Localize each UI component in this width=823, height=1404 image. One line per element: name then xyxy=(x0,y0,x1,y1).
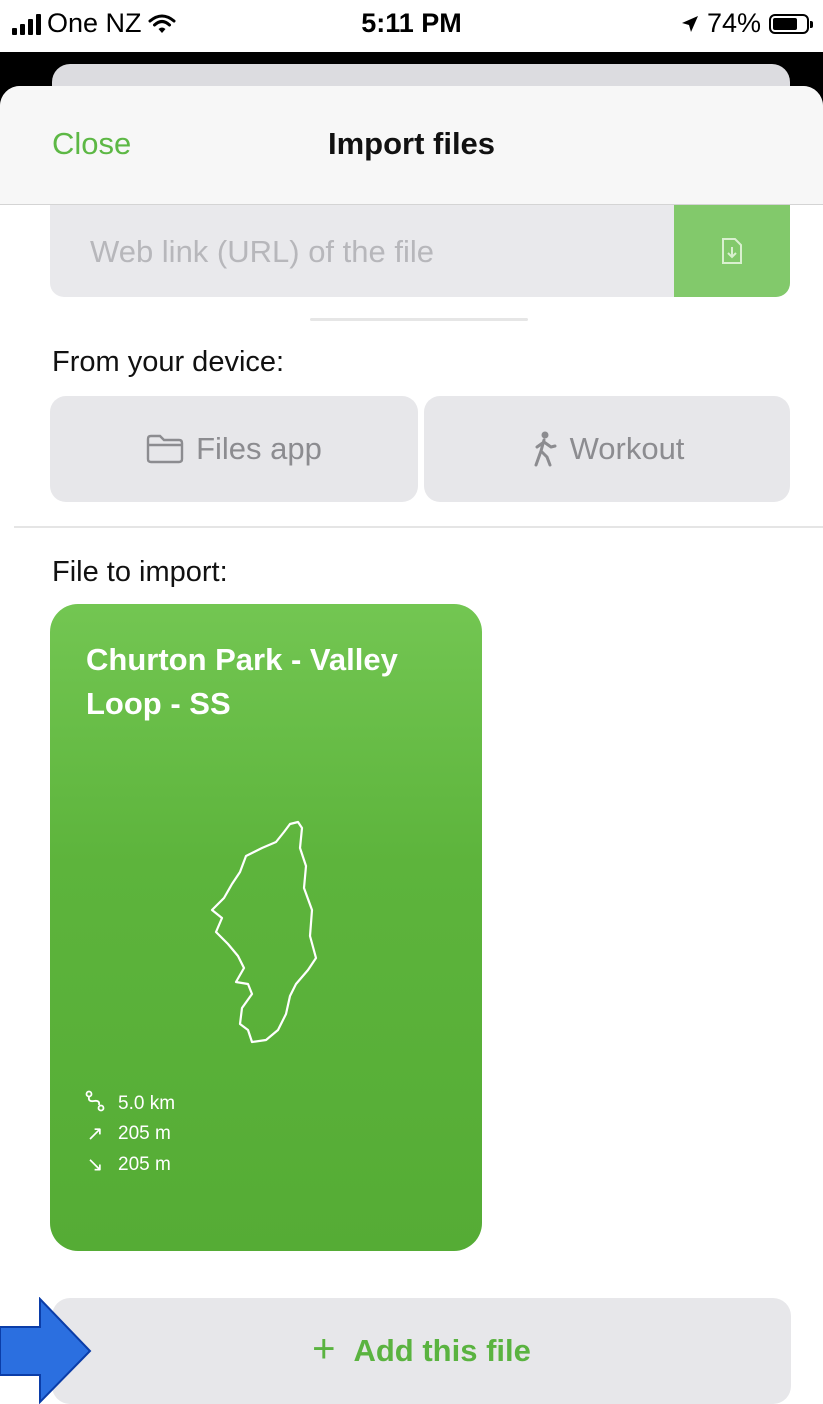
device-section-label: From your device: xyxy=(52,346,285,378)
page-title: Import files xyxy=(327,126,496,161)
plus-icon: + xyxy=(312,1327,336,1371)
route-map-icon xyxy=(210,820,318,1044)
ascent-arrow-icon: ↗ xyxy=(86,1123,104,1145)
descent-stat: ↘ 205 m xyxy=(84,1152,171,1177)
url-row xyxy=(50,190,790,297)
distance-stat: 5.0 km xyxy=(84,1090,175,1118)
descent-arrow-icon: ↘ xyxy=(86,1154,104,1176)
workout-button[interactable]: Workout xyxy=(424,396,790,502)
route-distance-icon xyxy=(84,1090,106,1118)
import-sheet: Close Import files From your device: Fil… xyxy=(0,86,823,1404)
battery-icon xyxy=(769,13,813,34)
url-download-button[interactable] xyxy=(674,190,790,297)
file-section-label: File to import: xyxy=(52,556,228,588)
folder-icon xyxy=(146,434,184,464)
status-bar: One NZ 5:11 PM 74% xyxy=(0,0,823,52)
files-app-button[interactable]: Files app xyxy=(50,396,418,502)
location-arrow-icon xyxy=(681,15,698,32)
add-file-label: Add this file xyxy=(353,1333,531,1368)
route-card[interactable]: Churton Park - Valley Loop - SS 5.0 km ↗… xyxy=(50,604,482,1251)
walking-figure-icon xyxy=(534,431,557,467)
workout-label: Workout xyxy=(569,431,685,466)
nav-bar: Close Import files xyxy=(0,86,823,205)
status-right: 74% xyxy=(681,8,813,39)
add-file-button[interactable]: + Add this file xyxy=(52,1298,791,1404)
divider xyxy=(14,526,823,528)
file-download-icon xyxy=(722,237,742,264)
sheet-grabber xyxy=(310,318,528,321)
files-app-label: Files app xyxy=(196,431,322,466)
ascent-value: 205 m xyxy=(118,1122,171,1144)
url-input[interactable] xyxy=(88,190,648,297)
pointer-arrow-icon xyxy=(0,1297,92,1404)
descent-value: 205 m xyxy=(118,1153,171,1175)
route-title: Churton Park - Valley Loop - SS xyxy=(86,642,398,721)
battery-percent: 74% xyxy=(706,8,761,38)
distance-value: 5.0 km xyxy=(118,1093,176,1114)
ascent-stat: ↗ 205 m xyxy=(84,1121,171,1146)
